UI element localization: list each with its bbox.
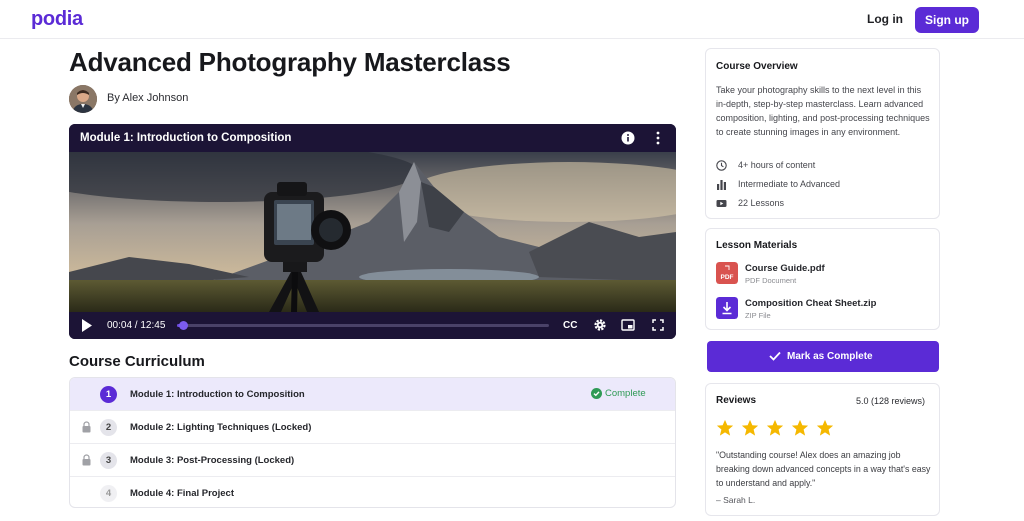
pdf-file-icon: PDF: [716, 262, 738, 284]
course-title: Advanced Photography Masterclass: [69, 47, 511, 77]
gear-icon[interactable]: [593, 318, 607, 332]
module-label: Module 2: Lighting Techniques (Locked): [130, 422, 312, 433]
more-vertical-icon[interactable]: [654, 130, 662, 146]
download-icon: [716, 297, 738, 319]
player-controls: 00:04 / 12:45 CC: [69, 312, 676, 339]
reviews-card: Reviews 5.0 (128 reviews) "Outstanding c…: [705, 383, 940, 516]
lesson-materials-card: Lesson Materials PDF Course Guide.pdf PD…: [705, 228, 940, 330]
pdf-icon-label: PDF: [721, 274, 734, 281]
file-name[interactable]: Course Guide.pdf: [745, 263, 825, 274]
check-circle-icon: [591, 388, 602, 399]
video-player[interactable]: Module 1: Introduction to Composition 00…: [69, 124, 676, 339]
module-label: Module 1: Introduction to Composition: [130, 389, 305, 400]
review-author: – Sarah L.: [716, 495, 756, 505]
module-label: Module 4: Final Project: [130, 488, 234, 499]
module-number: 4: [100, 485, 117, 502]
podia-logo[interactable]: podia: [31, 8, 83, 31]
module-status-complete: Complete: [605, 388, 646, 399]
picture-in-picture-icon[interactable]: [621, 319, 635, 331]
course-overview-card: Course Overview Take your photography sk…: [705, 48, 940, 219]
file-cheat-sheet[interactable]: Composition Cheat Sheet.zip ZIP File: [716, 297, 931, 323]
signup-button[interactable]: Sign up: [915, 7, 979, 33]
star-icon: [766, 419, 784, 436]
module-number: 2: [100, 419, 117, 436]
meta-text: 4+ hours of content: [738, 160, 816, 170]
video-icon: [716, 200, 727, 207]
module-row-3[interactable]: 3 Module 3: Post-Processing (Locked): [70, 444, 675, 477]
author-avatar: [69, 85, 97, 113]
module-label: Module 3: Post-Processing (Locked): [130, 455, 295, 466]
info-icon[interactable]: [621, 131, 635, 145]
mark-complete-label: Mark as Complete: [787, 351, 873, 362]
overview-title: Course Overview: [716, 61, 798, 72]
review-quote: "Outstanding course! Alex does an amazin…: [716, 450, 931, 488]
module-number: 1: [100, 386, 117, 403]
curriculum-list: 1 Module 1: Introduction to Composition …: [69, 377, 676, 508]
materials-title: Lesson Materials: [716, 240, 798, 251]
login-link[interactable]: Log in: [867, 12, 903, 26]
bar-chart-icon: [717, 180, 726, 190]
player-title-bar: Module 1: Introduction to Composition: [69, 124, 676, 152]
fullscreen-icon[interactable]: [652, 319, 664, 331]
progress-knob[interactable]: [179, 321, 188, 330]
file-type: ZIP File: [745, 311, 771, 320]
time-readout: 00:04 / 12:45: [107, 320, 166, 331]
clock-icon: [716, 160, 727, 171]
star-icon: [816, 419, 834, 436]
star-icon: [741, 419, 759, 436]
file-course-guide[interactable]: PDF Course Guide.pdf PDF Document: [716, 262, 931, 288]
mark-complete-button[interactable]: Mark as Complete: [707, 341, 939, 372]
reviews-title: Reviews: [716, 395, 757, 406]
curriculum-title: Course Curriculum: [69, 353, 205, 370]
player-title: Module 1: Introduction to Composition: [80, 132, 292, 144]
lock-icon: [82, 454, 91, 466]
play-icon[interactable]: [81, 319, 93, 332]
file-name[interactable]: Composition Cheat Sheet.zip: [745, 298, 876, 309]
author-byline: By Alex Johnson: [107, 92, 189, 104]
star-icon: [716, 419, 734, 436]
module-row-4[interactable]: 4 Module 4: Final Project: [70, 477, 675, 507]
captions-icon[interactable]: CC: [563, 320, 577, 331]
review-score: 5.0 (128 reviews): [856, 396, 926, 406]
progress-scrubber[interactable]: [177, 321, 549, 330]
check-icon: [769, 351, 781, 361]
module-row-1[interactable]: 1 Module 1: Introduction to Composition …: [70, 378, 675, 411]
meta-text: Intermediate to Advanced: [738, 179, 841, 189]
module-number: 3: [100, 452, 117, 469]
module-row-2[interactable]: 2 Module 2: Lighting Techniques (Locked): [70, 411, 675, 444]
top-header: podia Log in Sign up: [0, 0, 1024, 39]
star-icon: [791, 419, 809, 436]
meta-text: 22 Lessons: [738, 198, 785, 208]
overview-description: Take your photography skills to the next…: [716, 85, 930, 137]
file-type: PDF Document: [745, 276, 797, 285]
lock-icon: [82, 421, 91, 433]
video-frame-mountain[interactable]: [69, 152, 676, 312]
